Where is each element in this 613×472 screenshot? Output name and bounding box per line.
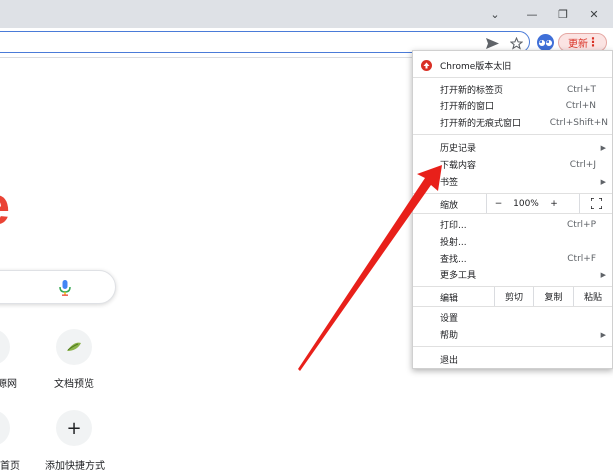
shortcut-text: Ctrl+P: [567, 219, 596, 230]
zoom-out-button[interactable]: −: [486, 194, 510, 213]
menu-divider: [413, 134, 612, 135]
menu-item-label: 历史记录: [440, 144, 477, 154]
title-bar: ⌄ — ❐ ✕: [0, 0, 613, 28]
zoom-row: 缩放 − 100% +: [413, 194, 612, 213]
menu-item-label: 书签: [440, 178, 459, 188]
chrome-main-menu: Chrome版本太旧 打开新的标签页 Ctrl+T 打开新的窗口 Ctrl+N …: [412, 50, 613, 369]
shortcut-icon-leaf[interactable]: [56, 329, 92, 365]
shortcut-text: Ctrl+Shift+N: [549, 117, 608, 128]
shortcut-text: Ctrl+F: [567, 253, 596, 264]
menu-item-label: 打开新的标签页: [440, 86, 504, 96]
menu-item-bookmarks[interactable]: 书签 ▶: [413, 173, 612, 190]
fullscreen-icon: [590, 198, 602, 209]
menu-item-new-window[interactable]: 打开新的窗口 Ctrl+N: [413, 97, 612, 114]
shortcut-text: Ctrl+T: [566, 84, 596, 95]
menu-item-label: 帮助: [440, 331, 459, 341]
submenu-arrow-icon: ▶: [600, 143, 606, 152]
menu-divider: [413, 77, 612, 78]
shortcut-label[interactable]: 文档预览: [54, 375, 94, 390]
edit-label: 编辑: [440, 294, 459, 304]
minimize-button[interactable]: —: [519, 4, 545, 24]
search-input[interactable]: [0, 270, 116, 304]
menu-item-new-tab[interactable]: 打开新的标签页 Ctrl+T: [413, 81, 612, 98]
shortcut-icon[interactable]: [0, 410, 10, 446]
bookmark-star-icon[interactable]: [508, 35, 524, 51]
menu-item-label: 投射...: [440, 238, 467, 248]
menu-divider: [413, 346, 612, 347]
zoom-level: 100%: [513, 198, 539, 209]
menu-item-label: 打开新的窗口: [440, 102, 495, 112]
menu-item-label: 退出: [440, 356, 459, 366]
more-vertical-icon[interactable]: ⋮: [587, 35, 599, 49]
paste-button[interactable]: 粘贴: [573, 287, 612, 306]
menu-item-label: 打开新的无痕式窗口: [440, 119, 522, 129]
tab-search-chevron-icon[interactable]: ⌄: [482, 4, 508, 24]
menu-item-print[interactable]: 打印... Ctrl+P: [413, 216, 612, 233]
fullscreen-button[interactable]: [579, 194, 612, 213]
copy-button[interactable]: 复制: [533, 287, 573, 306]
menu-item-label: Chrome版本太旧: [440, 62, 512, 72]
submenu-arrow-icon: ▶: [600, 330, 606, 339]
menu-item-history[interactable]: 历史记录 ▶: [413, 139, 612, 156]
menu-item-exit[interactable]: 退出: [413, 351, 612, 368]
shortcut-icon[interactable]: [0, 329, 10, 365]
shortcut-label[interactable]: 源网: [0, 375, 17, 390]
menu-item-more-tools[interactable]: 更多工具 ▶: [413, 266, 612, 283]
microphone-icon[interactable]: [57, 279, 73, 297]
menu-item-label: 下载内容: [440, 161, 477, 171]
google-logo: e: [0, 176, 10, 236]
menu-item-find[interactable]: 查找... Ctrl+F: [413, 250, 612, 267]
menu-item-settings[interactable]: 设置: [413, 309, 612, 326]
shortcut-label[interactable]: 首页: [0, 457, 20, 472]
add-shortcut-icon[interactable]: +: [56, 410, 92, 446]
update-label: 更新: [568, 39, 588, 50]
menu-item-cast[interactable]: 投射...: [413, 233, 612, 250]
menu-item-label: 更多工具: [440, 271, 477, 281]
edit-row: 编辑 剪切 复制 粘贴: [413, 287, 612, 306]
menu-divider: [413, 306, 612, 307]
send-to-devices-icon[interactable]: [484, 35, 500, 51]
zoom-in-button[interactable]: +: [542, 194, 566, 213]
submenu-arrow-icon: ▶: [600, 177, 606, 186]
menu-divider: [413, 213, 612, 214]
zoom-label: 缩放: [440, 201, 459, 211]
menu-item-update-chrome[interactable]: Chrome版本太旧: [413, 57, 612, 74]
close-button[interactable]: ✕: [581, 4, 607, 24]
menu-item-downloads[interactable]: 下载内容 Ctrl+J: [413, 156, 612, 173]
menu-item-label: 设置: [440, 314, 459, 324]
shortcut-text: Ctrl+J: [569, 159, 596, 170]
menu-item-label: 打印...: [440, 221, 467, 231]
update-alert-icon: [421, 60, 432, 71]
profile-avatar[interactable]: ◕◕: [537, 34, 554, 51]
shortcut-label[interactable]: 添加快捷方式: [45, 457, 105, 472]
submenu-arrow-icon: ▶: [600, 270, 606, 279]
restore-button[interactable]: ❐: [550, 4, 576, 24]
menu-item-label: 查找...: [440, 255, 467, 265]
cut-button[interactable]: 剪切: [494, 287, 533, 306]
menu-item-new-incognito[interactable]: 打开新的无痕式窗口 Ctrl+Shift+N: [413, 114, 612, 131]
shortcut-text: Ctrl+N: [565, 100, 596, 111]
menu-item-help[interactable]: 帮助 ▶: [413, 326, 612, 343]
